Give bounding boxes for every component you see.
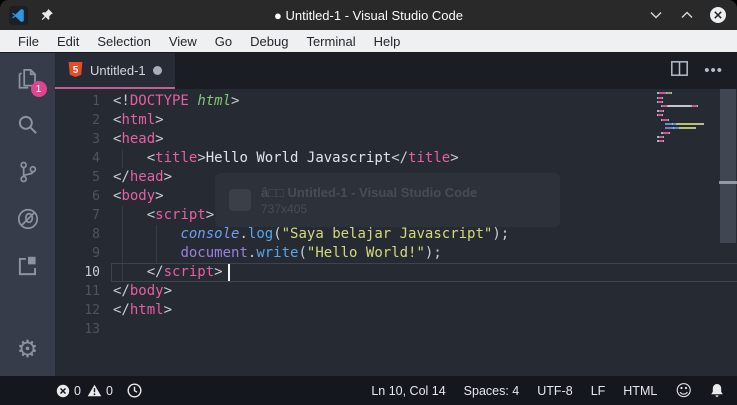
code-line-10[interactable]: 10 </script> — [55, 263, 737, 282]
menu-debug[interactable]: Debug — [242, 32, 296, 51]
editor[interactable]: 1 <!DOCTYPE html> 2 <html> 3 <head> 4 <title>He… — [55, 89, 737, 376]
code-text: <body> — [113, 188, 164, 204]
tab-untitled-1[interactable]: 5 Untitled-1 — [55, 53, 175, 89]
line-number: 11 — [84, 284, 100, 299]
problems-warnings[interactable]: 0 — [87, 384, 113, 398]
text-cursor — [227, 264, 230, 281]
line-number: 12 — [84, 303, 100, 318]
code-line-8[interactable]: 8 console.log("Saya belajar Javascript"); — [55, 225, 737, 244]
extensions-icon[interactable] — [13, 251, 43, 281]
code-text: <!DOCTYPE html> — [113, 93, 240, 109]
menu-view[interactable]: View — [161, 32, 205, 51]
modified-dot-icon[interactable] — [152, 65, 162, 75]
line-number: 4 — [92, 151, 100, 166]
menu-file[interactable]: File — [10, 32, 47, 51]
problems-errors[interactable]: 0 — [56, 384, 81, 398]
code-text: document.write("Hello World!"); — [180, 245, 442, 261]
code-line-2[interactable]: 2 <html> — [55, 111, 737, 130]
vertical-scrollbar[interactable] — [719, 89, 737, 376]
menu-help[interactable]: Help — [366, 32, 409, 51]
explorer-icon[interactable]: 1 — [13, 63, 47, 97]
settings-gear-icon[interactable]: ⚙ — [13, 334, 43, 364]
status-indentation[interactable]: Spaces: 4 — [464, 384, 520, 398]
line-number: 8 — [92, 227, 100, 242]
error-count: 0 — [74, 383, 81, 398]
line-number: 1 — [92, 94, 100, 109]
menu-edit[interactable]: Edit — [49, 32, 87, 51]
debug-icon[interactable] — [13, 204, 43, 234]
warning-count: 0 — [105, 383, 113, 398]
vscode-window: ● Untitled-1 - Visual Studio Code File Ed… — [0, 0, 737, 405]
menubar: File Edit Selection View Go Debug Terminal Help — [0, 30, 737, 53]
code-line-7[interactable]: 7 <script> — [55, 206, 737, 225]
code-text: </html> — [113, 302, 173, 318]
line-number: 3 — [92, 132, 100, 147]
line-number: 13 — [84, 322, 100, 337]
window-title: ● Untitled-1 - Visual Studio Code — [274, 7, 463, 23]
split-editor-icon[interactable] — [671, 61, 689, 81]
explorer-badge: 1 — [30, 81, 47, 97]
close-icon[interactable] — [709, 6, 727, 24]
code-text: <html> — [113, 112, 164, 128]
status-eol[interactable]: LF — [591, 384, 606, 398]
minimap[interactable] — [657, 91, 719, 148]
statusbar-right: Ln 10, Col 14 Spaces: 4 UTF-8 LF HTML ☺ — [371, 382, 737, 399]
html5-file-icon: 5 — [68, 62, 83, 78]
menu-terminal[interactable]: Terminal — [298, 32, 363, 51]
clock-icon[interactable] — [127, 383, 142, 398]
code-text: </script> — [146, 264, 223, 280]
code-line-4[interactable]: 4 <title>Hello World Javascript</title> — [55, 149, 737, 168]
notifications-bell-icon[interactable] — [710, 383, 724, 398]
minimize-icon[interactable] — [647, 6, 665, 24]
menu-selection[interactable]: Selection — [89, 32, 158, 51]
code-text: </body> — [113, 283, 173, 299]
code-text: <title>Hello World Javascript</title> — [146, 150, 459, 166]
tab-label: Untitled-1 — [90, 62, 146, 78]
more-actions-icon[interactable]: ••• — [704, 63, 723, 78]
feedback-smiley-icon[interactable]: ☺ — [675, 382, 692, 399]
code-line-11[interactable]: 11 </body> — [55, 282, 737, 301]
status-language-mode[interactable]: HTML — [623, 384, 657, 398]
source-control-icon[interactable] — [13, 157, 43, 187]
line-number: 5 — [92, 170, 100, 185]
code-text: </head> — [113, 169, 173, 185]
code-text: <head> — [113, 131, 164, 147]
tabbar: 5 Untitled-1 ••• — [55, 53, 737, 89]
code-lines: 1 <!DOCTYPE html> 2 <html> 3 <head> 4 <title>He… — [55, 89, 737, 376]
titlebar: ● Untitled-1 - Visual Studio Code — [0, 0, 737, 30]
search-icon[interactable] — [13, 110, 43, 140]
scrollbar-slider[interactable] — [720, 89, 736, 243]
code-line-12[interactable]: 12 </html> — [55, 301, 737, 320]
code-line-3[interactable]: 3 <head> — [55, 130, 737, 149]
vscode-logo-icon — [9, 5, 28, 25]
code-line-9[interactable]: 9 document.write("Hello World!"); — [55, 244, 737, 263]
line-number: 6 — [92, 189, 100, 204]
pin-icon[interactable] — [38, 6, 56, 24]
code-line-6[interactable]: 6 <body> — [55, 187, 737, 206]
code-text: <script> — [146, 207, 215, 223]
overview-ruler-cursor-mark — [719, 181, 737, 184]
code-line-1[interactable]: 1 <!DOCTYPE html> — [55, 92, 737, 111]
activity-bar: 1 ⚙ — [0, 53, 55, 376]
line-number: 10 — [84, 265, 100, 280]
status-encoding[interactable]: UTF-8 — [537, 384, 572, 398]
line-number: 9 — [92, 246, 100, 261]
code-line-5[interactable]: 5 </head> — [55, 168, 737, 187]
line-number: 2 — [92, 113, 100, 128]
statusbar: 0 0 Ln 10, Col 14 Spaces: 4 UTF-8 LF HTML ☺ — [0, 376, 737, 405]
code-text: console.log("Saya belajar Javascript"); — [180, 226, 510, 242]
line-number: 7 — [92, 208, 100, 223]
status-cursor-position[interactable]: Ln 10, Col 14 — [371, 384, 445, 398]
maximize-icon[interactable] — [678, 6, 696, 24]
code-line-13[interactable]: 13 — [55, 320, 737, 339]
menu-go[interactable]: Go — [207, 32, 240, 51]
